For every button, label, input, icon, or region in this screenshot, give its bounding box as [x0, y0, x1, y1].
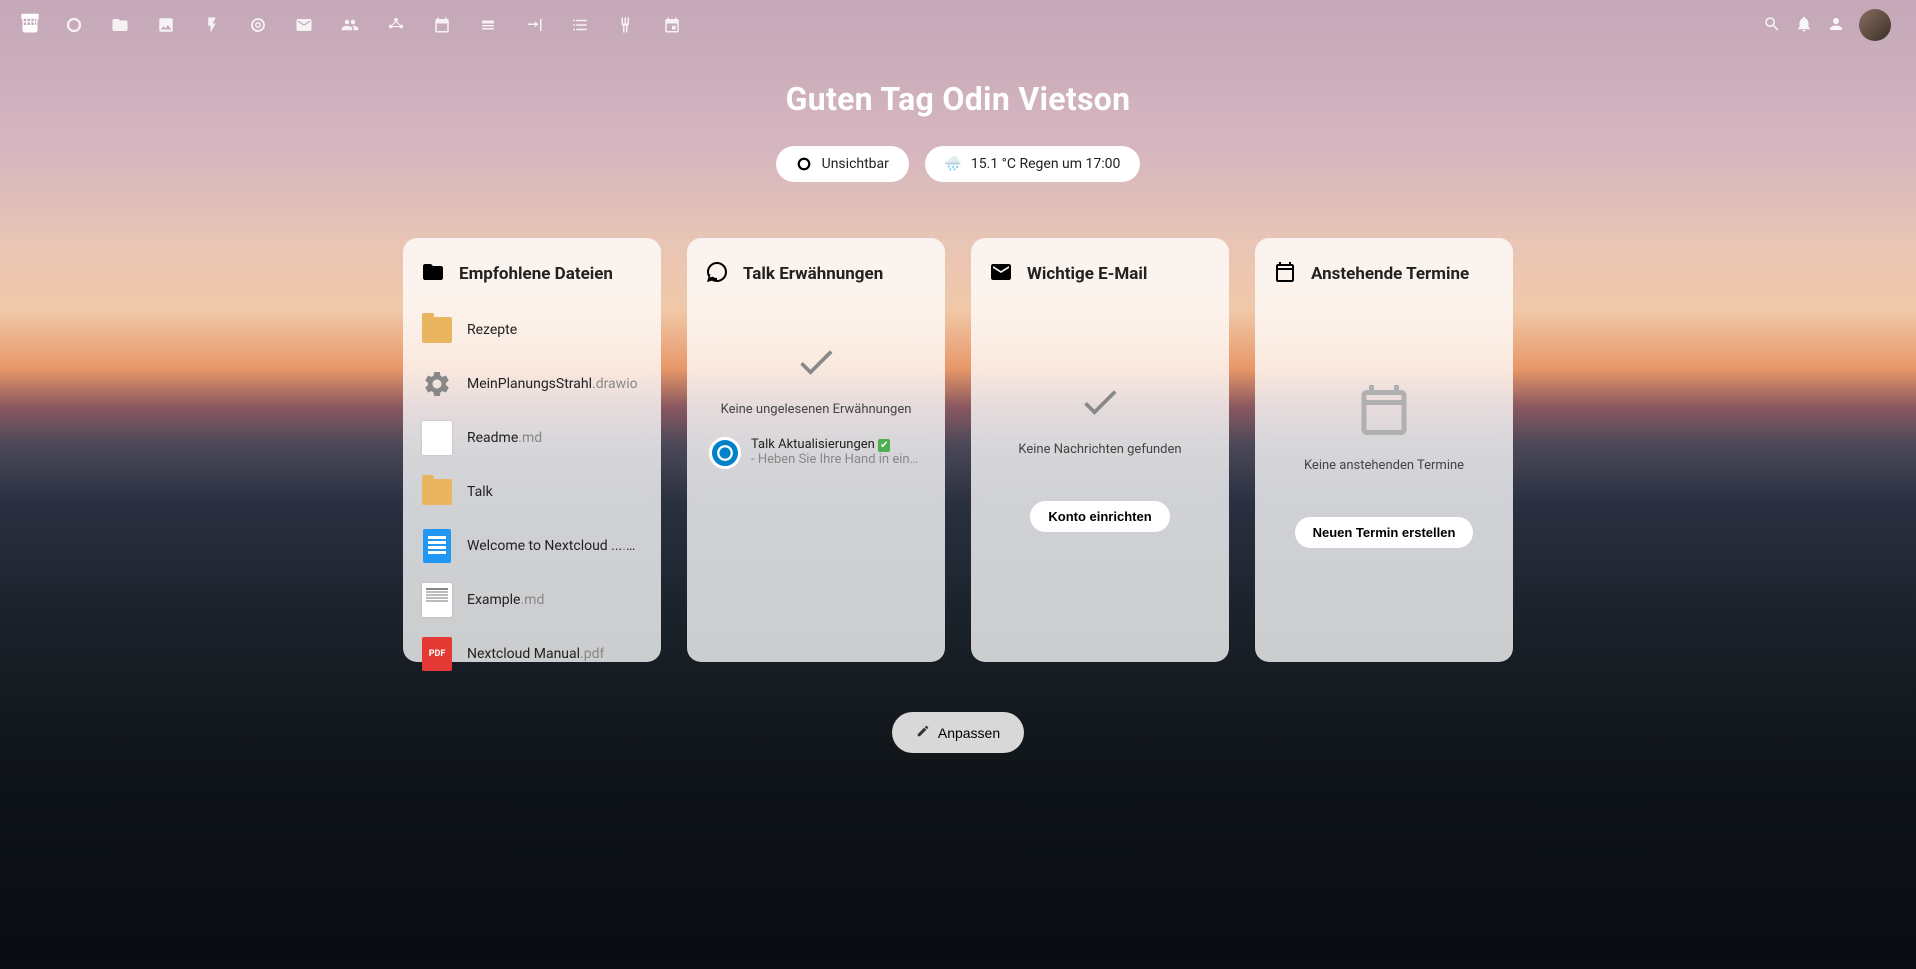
files-icon[interactable] [98, 3, 142, 47]
file-name-text: Nextcloud Manual [467, 646, 580, 662]
calendar-empty-icon [1354, 380, 1414, 444]
folder-icon [421, 260, 445, 288]
mail-icon [989, 260, 1013, 288]
talk-item-title: Talk Aktualisierungen [751, 437, 875, 452]
contacts-icon[interactable] [328, 3, 372, 47]
contacts-menu-icon[interactable] [1827, 15, 1847, 35]
weather-rain-icon: 🌧️ [945, 156, 961, 172]
widget-files: Empfohlene Dateien Rezepte MeinPlanungsS… [403, 238, 661, 662]
user-avatar[interactable] [1859, 9, 1891, 41]
deck-icon[interactable] [466, 3, 510, 47]
talk-empty-text: Keine ungelesenen Erwähnungen [721, 402, 912, 417]
file-name-text: MeinPlanungsStrahl [467, 376, 592, 392]
cookbook-icon[interactable] [604, 3, 648, 47]
talk-app-icon [709, 437, 741, 469]
mail-nav-icon[interactable] [282, 3, 326, 47]
widget-talk: Talk Erwähnungen Keine ungelesenen Erwäh… [687, 238, 945, 662]
check-icon [794, 340, 838, 388]
notifications-icon[interactable] [1795, 15, 1815, 35]
greeting-title: Guten Tag Odin Vietson [0, 80, 1916, 118]
customize-label: Anpassen [938, 725, 1000, 741]
photos-icon[interactable] [144, 3, 188, 47]
status-invisible-icon [796, 156, 812, 172]
folder-file-icon [421, 476, 453, 508]
file-item[interactable]: Welcome to Nextcloud ....docx [421, 526, 643, 566]
top-bar [0, 0, 1916, 50]
folder-file-icon [421, 314, 453, 346]
checkmark-badge-icon: ✔ [878, 439, 890, 452]
announcements-icon[interactable] [512, 3, 556, 47]
file-ext-text: .docx [622, 538, 643, 554]
file-item[interactable]: PDF Nextcloud Manual.pdf [421, 634, 643, 674]
status-pill[interactable]: Unsichtbar [776, 146, 909, 182]
weather-label: 15.1 °C Regen um 17:00 [971, 156, 1120, 172]
md-file-icon [421, 584, 453, 616]
weather-pill[interactable]: 🌧️ 15.1 °C Regen um 17:00 [925, 146, 1140, 182]
file-name-text: Welcome to Nextcloud ... [467, 538, 622, 554]
file-item[interactable]: MeinPlanungsStrahl.drawio [421, 364, 643, 404]
search-icon[interactable] [1763, 15, 1783, 35]
file-ext-text: .md [520, 592, 544, 608]
app-logo[interactable] [10, 5, 50, 45]
file-ext-text: .drawio [592, 376, 638, 392]
file-name-text: Readme [467, 430, 518, 446]
check-icon [1078, 380, 1122, 428]
file-ext-text: .pdf [580, 646, 604, 662]
md-file-icon [421, 422, 453, 454]
widget-files-title: Empfohlene Dateien [459, 264, 613, 284]
activity-icon[interactable] [190, 3, 234, 47]
appointments-icon[interactable] [650, 3, 694, 47]
file-name-text: Talk [467, 484, 493, 500]
file-name-text: Example [467, 592, 520, 608]
calendar-nav-icon[interactable] [420, 3, 464, 47]
talk-update-item[interactable]: Talk Aktualisierungen ✔ - Heben Sie Ihre… [705, 437, 927, 469]
tasks-icon[interactable] [558, 3, 602, 47]
file-item[interactable]: Example.md [421, 580, 643, 620]
file-item[interactable]: Talk [421, 472, 643, 512]
drawio-file-icon [421, 368, 453, 400]
file-item[interactable]: Readme.md [421, 418, 643, 458]
dashboard-icon[interactable] [52, 3, 96, 47]
talk-nav-icon[interactable] [236, 3, 280, 47]
talk-icon [705, 260, 729, 288]
widget-mail-title: Wichtige E-Mail [1027, 264, 1147, 284]
setup-account-button[interactable]: Konto einrichten [1030, 501, 1169, 532]
calendar-empty-text: Keine anstehenden Termine [1304, 458, 1464, 473]
mail-empty-text: Keine Nachrichten gefunden [1018, 442, 1181, 457]
customize-button[interactable]: Anpassen [892, 712, 1024, 753]
pdf-file-icon: PDF [421, 638, 453, 670]
pencil-icon [916, 724, 930, 741]
file-name-text: Rezepte [467, 322, 517, 338]
widget-mail: Wichtige E-Mail Keine Nachrichten gefund… [971, 238, 1229, 662]
status-label: Unsichtbar [822, 156, 889, 172]
file-ext-text: .md [518, 430, 542, 446]
talk-item-subtitle: - Heben Sie Ihre Hand in einem... [751, 452, 923, 467]
file-item[interactable]: Rezepte [421, 310, 643, 350]
calendar-icon [1273, 260, 1297, 288]
circles-icon[interactable] [374, 3, 418, 47]
widget-calendar: Anstehende Termine Keine anstehenden Ter… [1255, 238, 1513, 662]
new-event-button[interactable]: Neuen Termin erstellen [1295, 517, 1474, 548]
widget-talk-title: Talk Erwähnungen [743, 264, 883, 284]
widget-calendar-title: Anstehende Termine [1311, 264, 1469, 284]
docx-file-icon [421, 530, 453, 562]
